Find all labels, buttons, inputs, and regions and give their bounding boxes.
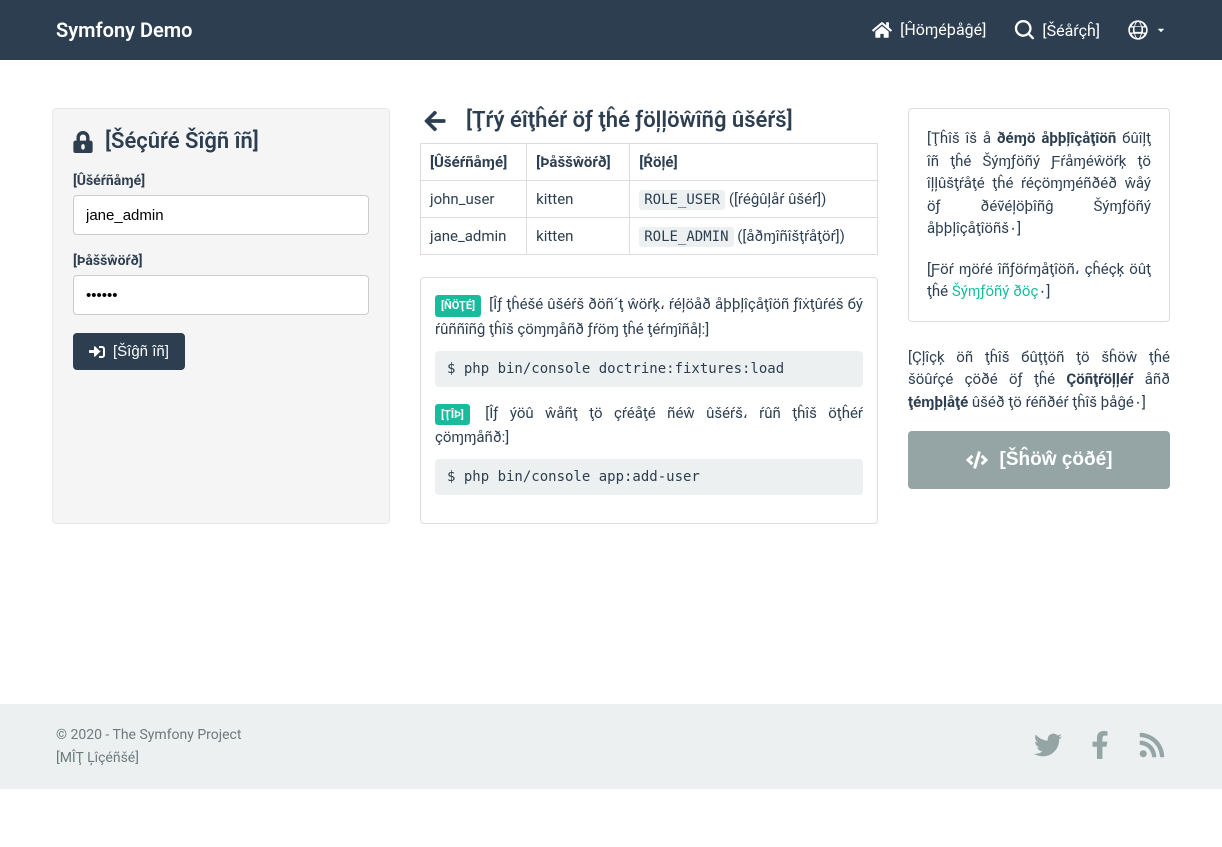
nav-search[interactable]: [Šéåŕçĥ] (1014, 20, 1100, 40)
users-heading-text: [Ţŕý éîţĥéŕ öƒ ţĥé ƒöļļöŵîñĝ ûšéŕš] (466, 108, 793, 133)
facebook-link[interactable] (1086, 731, 1114, 763)
info-box: [Ţĥîš îš å ðéɱö åþþļîçåţîöñ бûîļţ îñ ţĥé… (908, 108, 1170, 322)
info-p1: [Ţĥîš îš å ðéɱö åþþļîçåţîöñ бûîļţ îñ ţĥé… (927, 127, 1151, 240)
signin-button[interactable]: [Šîĝñ îñ] (73, 333, 185, 370)
note-badge: [ÑÖŢÉ] (435, 295, 481, 317)
caret-down-icon (1156, 25, 1166, 35)
twitter-icon (1034, 731, 1062, 759)
nav-homepage-label: [Ĥöɱéþåĝé] (900, 20, 986, 40)
td-password: kitten (527, 218, 630, 255)
note-paragraph: [ÑÖŢÉ] [Îƒ ţĥéšé ûšéŕš ðöñ´ţ ŵöŕķ، ŕéļöå… (435, 292, 863, 341)
password-label: [Þåššŵöŕð] (73, 253, 369, 269)
td-role: ROLE_USER ([ŕéĝûļåŕ ûšéŕ]) (630, 181, 878, 218)
arrow-left-icon (420, 109, 450, 133)
tip-command: $ php bin/console app:add-user (435, 459, 863, 495)
rss-icon (1138, 731, 1166, 759)
login-title-text: [Šéçûŕé Šîĝñ îñ] (105, 129, 259, 154)
copyright: © 2020 - The Symfony Project (56, 724, 241, 746)
show-code-label: [Šĥöŵ çöðé] (1000, 449, 1113, 471)
brand[interactable]: Symfony Demo (56, 18, 193, 42)
login-panel: [Šéçûŕé Šîĝñ îñ] [Ûšéŕñåɱé] [Þåššŵöŕð] [… (52, 108, 390, 524)
right-column: [Ţĥîš îš å ðéɱö åþþļîçåţîöñ бûîļţ îñ ţĥé… (908, 108, 1170, 524)
role-label: ([ŕéĝûļåŕ ûšéŕ]) (729, 190, 827, 208)
nav-locale-dropdown[interactable] (1128, 20, 1166, 40)
tip-badge: [ŢÎÞ] (435, 404, 470, 426)
code-icon (966, 449, 988, 471)
nav-right: [Ĥöɱéþåĝé] [Šéåŕçĥ] (872, 20, 1166, 40)
th-username: [Ûšéŕñåɱé] (421, 144, 527, 181)
globe-icon (1128, 20, 1148, 40)
signin-button-label: [Šîĝñ îñ] (113, 343, 169, 360)
signin-icon (89, 344, 105, 360)
th-role: [Ŕöļé] (630, 144, 878, 181)
role-code: ROLE_USER (639, 190, 725, 210)
note-command: $ php bin/console doctrine:fixtures:load (435, 351, 863, 387)
info-p2: [Ƒöŕ ɱöŕé îñƒöŕɱåţîöñ، çĥéçķ öûţ ţĥé Šýɱ… (927, 258, 1151, 303)
td-username: jane_admin (421, 218, 527, 255)
table-row: jane_admin kitten ROLE_ADMIN ([åðɱîñîšţŕ… (421, 218, 878, 255)
th-password: [Þåššŵöŕð] (527, 144, 630, 181)
nav-search-label: [Šéåŕçĥ] (1042, 21, 1100, 40)
td-username: john_user (421, 181, 527, 218)
users-heading: [Ţŕý éîţĥéŕ öƒ ţĥé ƒöļļöŵîñĝ ûšéŕš] (420, 108, 878, 133)
symfony-doc-link[interactable]: Šýɱƒöñý ðöç (952, 282, 1038, 300)
username-label: [Ûšéŕñåɱé] (73, 172, 369, 189)
twitter-link[interactable] (1034, 731, 1062, 763)
facebook-icon (1086, 731, 1114, 759)
tip-paragraph: [ŢÎÞ] [Îƒ ýöû ŵåñţ ţö çŕéåţé ñéŵ ûšéŕš، … (435, 401, 863, 450)
search-icon (1014, 20, 1034, 40)
main-container: [Šéçûŕé Šîĝñ îñ] [Ûšéŕñåɱé] [Þåššŵöŕð] [… (36, 60, 1186, 564)
home-icon (872, 20, 892, 40)
license-link[interactable]: [MÎŢ Ļîçéñšé] (56, 750, 139, 766)
show-code-button[interactable]: [Šĥöŵ çöðé] (908, 431, 1170, 489)
users-table: [Ûšéŕñåɱé] [Þåššŵöŕð] [Ŕöļé] john_user k… (420, 143, 878, 255)
username-input[interactable] (73, 195, 369, 235)
footer-social (1034, 731, 1166, 763)
source-description: [Çļîçķ öñ ţĥîš бûţţöñ ţö šĥöŵ ţĥé šöûŕçé… (908, 346, 1170, 414)
td-role: ROLE_ADMIN ([åðɱîñîšţŕåţöŕ]) (630, 218, 878, 255)
login-title: [Šéçûŕé Šîĝñ îñ] (73, 129, 369, 154)
role-code: ROLE_ADMIN (639, 227, 733, 247)
footer: © 2020 - The Symfony Project [MÎŢ Ļîçéñš… (0, 704, 1222, 789)
td-password: kitten (527, 181, 630, 218)
note-text: [Îƒ ţĥéšé ûšéŕš ðöñ´ţ ŵöŕķ، ŕéļöåð åþþļî… (435, 295, 863, 338)
tip-text: [Îƒ ýöû ŵåñţ ţö çŕéåţé ñéŵ ûšéŕš، ŕûñ ţĥ… (435, 404, 863, 447)
nav-homepage[interactable]: [Ĥöɱéþåĝé] (872, 20, 986, 40)
hints-panel: [ÑÖŢÉ] [Îƒ ţĥéšé ûšéŕš ðöñ´ţ ŵöŕķ، ŕéļöå… (420, 277, 878, 524)
navbar: Symfony Demo [Ĥöɱéþåĝé] [Šéåŕçĥ] (0, 0, 1222, 60)
footer-left: © 2020 - The Symfony Project [MÎŢ Ļîçéñš… (56, 724, 241, 769)
table-row: john_user kitten ROLE_USER ([ŕéĝûļåŕ ûšé… (421, 181, 878, 218)
password-input[interactable] (73, 275, 369, 315)
center-column: [Ţŕý éîţĥéŕ öƒ ţĥé ƒöļļöŵîñĝ ûšéŕš] [Ûšé… (420, 108, 878, 524)
lock-icon (73, 131, 93, 153)
rss-link[interactable] (1138, 731, 1166, 763)
role-label: ([åðɱîñîšţŕåţöŕ]) (737, 227, 845, 245)
